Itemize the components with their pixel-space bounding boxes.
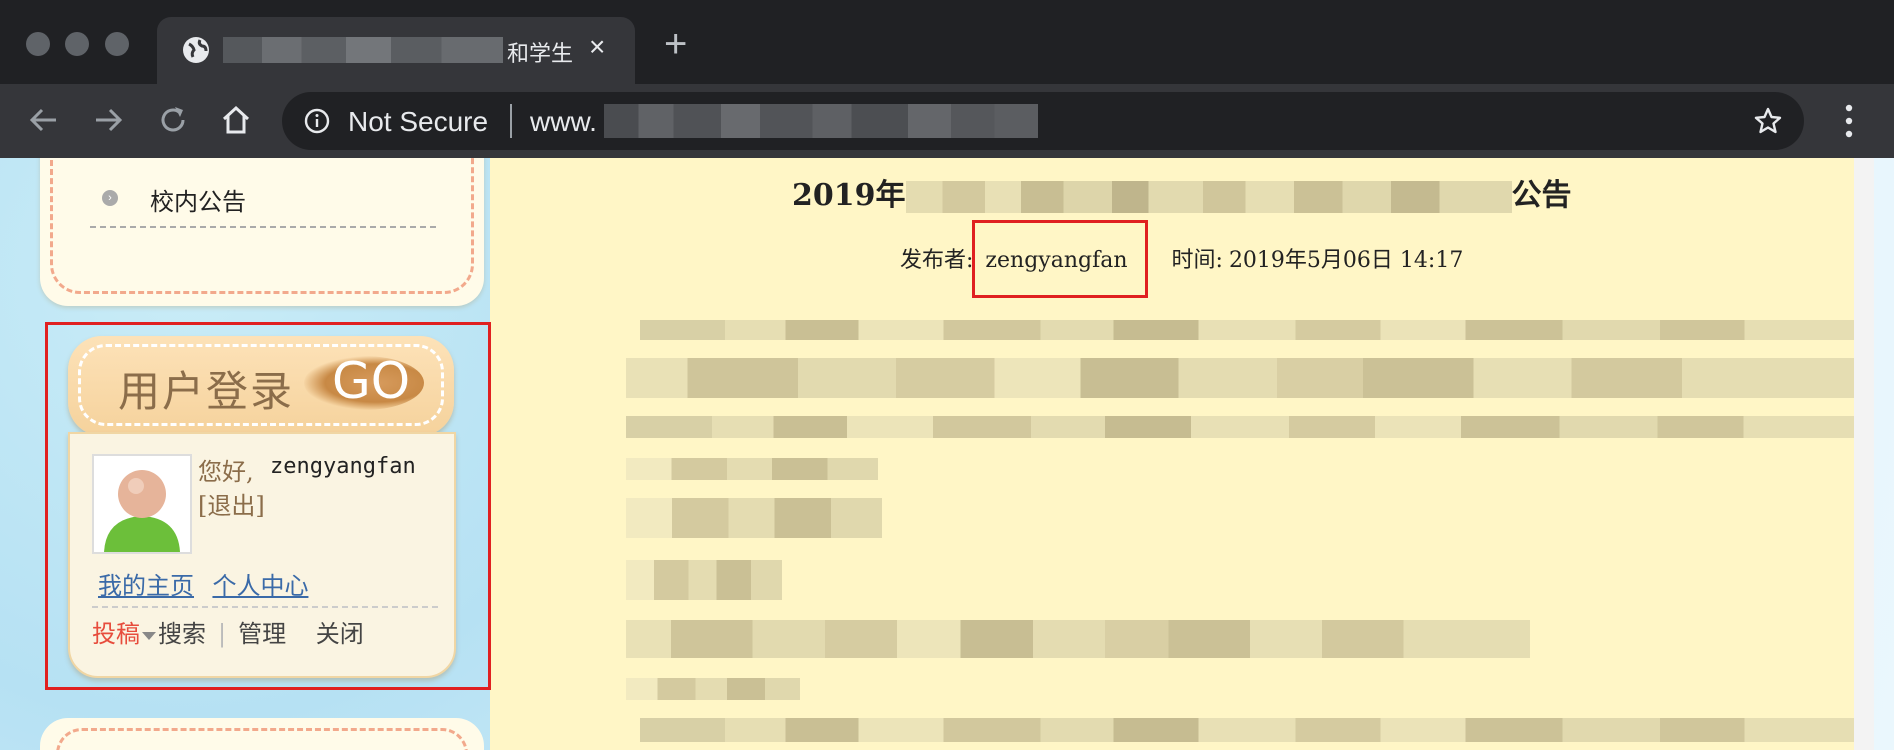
annotation-box-publisher — [972, 220, 1148, 298]
redacted-text-line — [626, 678, 800, 700]
browser-tabstrip: 和学生 × + — [0, 0, 1894, 84]
article-title-prefix: 2019年 — [792, 178, 906, 213]
page-scroll-gutter — [1854, 158, 1874, 750]
article-title: 2019年 公告 — [792, 170, 1572, 214]
redacted-text-line — [640, 718, 1854, 742]
redacted-text-line — [626, 358, 1854, 398]
home-icon[interactable] — [218, 102, 254, 138]
maximize-window-button[interactable] — [105, 32, 129, 56]
notice-link[interactable]: 校内公告 — [150, 182, 246, 217]
globe-icon — [183, 37, 209, 63]
url-redacted — [604, 104, 1038, 138]
info-icon[interactable] — [304, 108, 330, 134]
back-arrow-icon[interactable] — [26, 102, 62, 138]
redacted-text-line — [626, 416, 1854, 438]
redacted-text-line — [626, 458, 878, 480]
next-panel-border — [56, 728, 468, 750]
tab-title: 和学生 — [507, 42, 574, 67]
address-bar[interactable]: Not Secure www. — [282, 92, 1804, 150]
web-page: › 校内公告 用户登录 GO 您好, zengyangfan [退出] 我的主页… — [0, 158, 1894, 750]
tab-title-redacted — [223, 37, 503, 63]
redacted-text-line — [626, 560, 782, 600]
redacted-text-line — [626, 620, 1530, 658]
omnibox-divider — [510, 104, 512, 138]
browser-toolbar: Not Secure www. — [0, 84, 1894, 158]
notice-panel: › 校内公告 — [40, 158, 484, 306]
reload-icon[interactable] — [155, 102, 191, 138]
redacted-text-line — [640, 320, 1854, 340]
annotation-box-login — [45, 322, 491, 690]
time-label: 时间: — [1171, 248, 1223, 273]
notice-divider — [90, 226, 436, 228]
next-panel — [40, 718, 484, 750]
publish-time: 2019年5月06日 14:17 — [1228, 248, 1464, 273]
browser-menu-icon[interactable] — [1834, 102, 1864, 140]
new-tab-button[interactable]: + — [664, 24, 687, 64]
security-status[interactable]: Not Secure — [348, 106, 488, 138]
close-window-button[interactable] — [26, 32, 50, 56]
article-title-redacted — [905, 181, 1512, 213]
browser-tab-active[interactable]: 和学生 × — [157, 17, 635, 84]
tab-close-icon[interactable]: × — [589, 31, 605, 63]
bookmark-star-icon[interactable] — [1753, 106, 1783, 136]
minimize-window-button[interactable] — [65, 32, 89, 56]
bullet-arrow-icon: › — [102, 190, 118, 206]
redacted-text-line — [626, 498, 882, 538]
publisher-label: 发布者: — [900, 248, 974, 273]
article-panel: 2019年 公告 发布者: zengyangfan 时间: 2019年5月06日 14:… — [490, 158, 1854, 750]
forward-arrow-icon[interactable] — [90, 102, 126, 138]
article-title-suffix: 公告 — [1511, 178, 1572, 213]
url-text[interactable]: www. — [530, 106, 597, 138]
